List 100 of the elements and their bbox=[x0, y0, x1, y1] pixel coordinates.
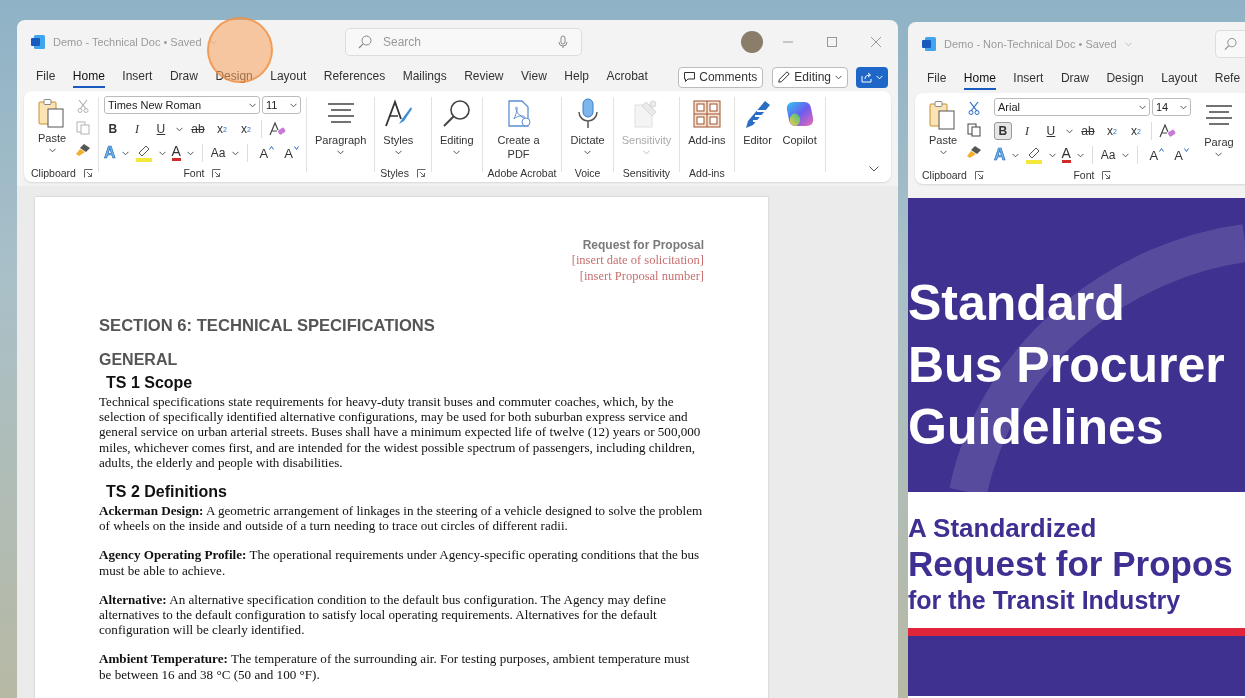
font-name-dropdown[interactable]: Arial bbox=[993, 98, 1150, 116]
format-painter-button[interactable] bbox=[966, 144, 983, 160]
dialog-launcher-icon[interactable] bbox=[212, 168, 222, 178]
caret-icon bbox=[939, 150, 947, 155]
change-case-button[interactable]: Aa bbox=[1100, 148, 1116, 162]
header-title: Request for Proposal bbox=[581, 238, 704, 253]
cut-button[interactable] bbox=[966, 100, 983, 116]
styles-brush-icon bbox=[383, 99, 414, 129]
ribbon-tab[interactable]: Draw bbox=[1060, 68, 1089, 90]
dialog-launcher-icon[interactable] bbox=[974, 170, 984, 180]
grow-font-button[interactable]: A bbox=[1149, 147, 1165, 163]
ribbon-tab[interactable]: Acrobat bbox=[606, 66, 648, 88]
caret-icon bbox=[289, 102, 297, 108]
superscript-button[interactable]: x$^{2}$ bbox=[1126, 122, 1145, 140]
strike-button[interactable]: ab bbox=[1078, 122, 1097, 140]
paste-button[interactable]: Paste bbox=[926, 98, 961, 166]
ribbon-tab[interactable]: File bbox=[927, 68, 947, 90]
caret-icon bbox=[293, 145, 299, 150]
definition-paragraph: Agency Operating Profile: The operational requirements under Agency-specific operating conditions that the bus must be able to achieve. bbox=[99, 547, 701, 578]
cover-title: Guidelines bbox=[908, 398, 1165, 457]
clear-formatting-icon[interactable] bbox=[1157, 123, 1176, 139]
group-label: Add-ins bbox=[689, 167, 725, 179]
styles-button[interactable]: Styles bbox=[380, 96, 417, 164]
copilot-button[interactable]: Copilot bbox=[779, 96, 820, 164]
ribbon-tab[interactable]: Draw bbox=[169, 66, 198, 88]
maximize-icon[interactable] bbox=[827, 37, 837, 47]
ribbon-tab[interactable]: Home bbox=[963, 68, 996, 90]
clear-formatting-icon[interactable] bbox=[267, 121, 286, 137]
user-avatar[interactable] bbox=[741, 31, 763, 53]
share-icon bbox=[861, 71, 873, 83]
highlighter-icon bbox=[1024, 146, 1043, 164]
ribbon-tab[interactable]: Mailings bbox=[402, 66, 447, 88]
caret-icon bbox=[1138, 104, 1146, 110]
underline-button[interactable]: U bbox=[151, 120, 170, 138]
ribbon-tab[interactable]: Layout bbox=[1161, 68, 1198, 90]
dialog-launcher-icon[interactable] bbox=[416, 168, 426, 178]
paste-button[interactable]: Paste bbox=[35, 96, 70, 164]
scissors-icon bbox=[968, 101, 981, 115]
ribbon-tab[interactable]: View bbox=[521, 66, 547, 88]
bold-button[interactable]: B bbox=[103, 120, 122, 138]
paragraph-button[interactable]: Paragraph bbox=[311, 96, 370, 164]
highlight-color-button[interactable] bbox=[1024, 146, 1043, 164]
dialog-launcher-icon[interactable] bbox=[1102, 170, 1112, 180]
caret-icon bbox=[48, 148, 56, 153]
ribbon-tab[interactable]: File bbox=[36, 66, 56, 88]
cover-subtitle: A Standardized bbox=[908, 512, 1098, 544]
collapse-ribbon-icon[interactable] bbox=[869, 166, 879, 172]
share-button[interactable] bbox=[856, 66, 888, 88]
caret-up-icon bbox=[269, 145, 275, 150]
dictate-button[interactable]: Dictate bbox=[567, 96, 608, 164]
search-field[interactable] bbox=[1215, 30, 1245, 58]
highlighter-icon bbox=[134, 144, 153, 162]
underline-button[interactable]: U bbox=[1041, 122, 1060, 140]
font-size-dropdown[interactable]: 11 bbox=[261, 96, 301, 114]
ribbon-tab[interactable]: Layout bbox=[270, 66, 307, 88]
copy-button[interactable] bbox=[966, 122, 983, 138]
caret-icon bbox=[1183, 147, 1189, 152]
grow-font-button[interactable]: A bbox=[259, 145, 275, 161]
group-label: Clipboard bbox=[31, 167, 76, 179]
add-ins-button[interactable]: Add-ins bbox=[685, 96, 729, 164]
caret-up-icon bbox=[1159, 147, 1165, 152]
dialog-launcher-icon[interactable] bbox=[83, 168, 93, 178]
word-logo-icon bbox=[31, 35, 45, 49]
ribbon-tab[interactable]: References bbox=[323, 66, 386, 88]
ribbon-tab[interactable]: Insert bbox=[122, 66, 153, 88]
editing-button[interactable]: Editing bbox=[436, 96, 477, 164]
font-color-button[interactable]: A bbox=[171, 145, 181, 161]
superscript-button[interactable]: x$^{2}$ bbox=[236, 120, 255, 138]
caret-icon bbox=[175, 126, 183, 132]
caret-icon bbox=[394, 150, 402, 155]
ribbon-tab[interactable]: Insert bbox=[1013, 68, 1044, 90]
shrink-font-button[interactable]: A bbox=[1174, 147, 1189, 163]
change-case-button[interactable]: Aa bbox=[210, 146, 226, 160]
font-name-dropdown[interactable]: Times New Roman bbox=[103, 96, 260, 114]
pdf-button[interactable]: Create a PDF bbox=[487, 96, 550, 164]
paragraph-button[interactable]: Parag bbox=[1200, 98, 1237, 166]
format-painter-button[interactable] bbox=[75, 142, 92, 158]
close-icon[interactable] bbox=[871, 37, 881, 47]
ribbon-tab[interactable]: Design bbox=[1106, 68, 1144, 90]
search-icon bbox=[358, 35, 372, 49]
caret-icon bbox=[186, 150, 194, 156]
comments-button[interactable]: Comments bbox=[678, 66, 764, 88]
ribbon-tab[interactable]: Help bbox=[564, 66, 589, 88]
highlight-color-button[interactable] bbox=[134, 144, 153, 162]
bold-button[interactable]: B bbox=[993, 122, 1012, 140]
editing-mode-button[interactable]: Editing bbox=[772, 66, 848, 88]
italic-button[interactable]: I bbox=[127, 120, 146, 138]
font-color-button[interactable]: A bbox=[1061, 147, 1071, 163]
strike-button[interactable]: ab bbox=[188, 120, 207, 138]
editor-button[interactable]: Editor bbox=[739, 96, 776, 164]
ribbon-tab[interactable]: Refe bbox=[1214, 68, 1241, 90]
group-label: Voice bbox=[574, 167, 601, 179]
italic-button[interactable]: I bbox=[1017, 122, 1036, 140]
microphone-icon[interactable] bbox=[558, 35, 568, 49]
ribbon-tab[interactable]: Home bbox=[72, 66, 105, 88]
search-field[interactable]: Search bbox=[345, 28, 582, 56]
ribbon-tab[interactable]: Review bbox=[464, 66, 504, 88]
shrink-font-button[interactable]: A bbox=[284, 145, 299, 161]
font-size-dropdown[interactable]: 14 bbox=[1151, 98, 1191, 116]
search-icon bbox=[1224, 37, 1237, 51]
